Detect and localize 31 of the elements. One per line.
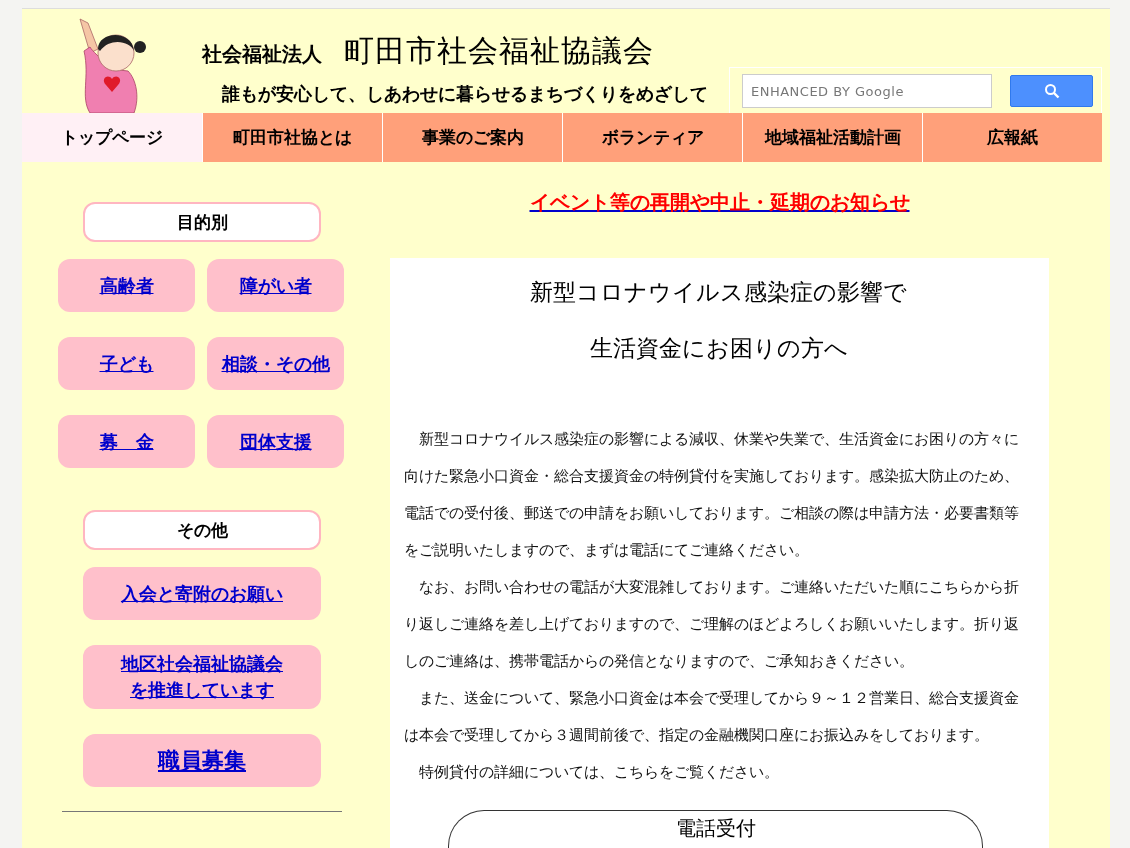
menu-link[interactable]: 障がい者 [207,259,344,312]
site-title: 町田市社会福祉協議会 [344,32,654,70]
nav-tab[interactable]: トップページ [22,113,202,162]
search-icon [1043,83,1060,99]
org-type: 社会福祉法人 [202,41,322,68]
nav-tab[interactable]: 地域福祉活動計画 [742,113,922,162]
article-paragraph: 新型コロナウイルス感染症の影響による減収、休業や失業で、生活資金にお困りの方々に向けた緊急小口資金・総合支援資金の特例貸付を実施しております。感染拡大防止のため、電話での受付後、郵送での申請をお願いしております。ご相談の際は申請方法・必要書類等をご説明いたしますので、まずは電話にてご連絡ください。 [404,429,1020,560]
tagline: 誰もが安心して、しあわせに暮らせるまちづくりをめざして [222,82,708,106]
menu-link[interactable]: 職員募集 [83,734,321,787]
search-field[interactable]: ENHANCED BY Google [742,74,992,108]
nav-tab[interactable]: ボランティア [562,113,742,162]
menu-link[interactable]: 団体支援 [207,415,344,468]
nav-tab[interactable]: 町田市社協とは [202,113,382,162]
section-heading: 目的別 [83,202,321,242]
menu-link[interactable]: 子ども [58,337,195,390]
article-title: 新型コロナウイルス感染症の影響で [529,278,908,307]
article-title: 生活資金にお困りの方へ [588,334,849,363]
menu-link[interactable]: 相談・その他 [207,337,344,390]
notice-link[interactable]: イベント等の再開や中止・延期のお知らせ [529,189,910,216]
article-paragraph: また、送金について、緊急小口資金は本会で受理してから９～１２営業日、総合支援資金は本会で受理してから３週間前後で、指定の金融機関口座にお振込みをしております。 [404,688,1020,745]
menu-link[interactable]: 地区社会福祉協議会 を推進しています [83,645,321,709]
nav-tab[interactable]: 広報紙 [922,113,1102,162]
search-button[interactable] [1010,75,1093,107]
section-heading: その他 [83,510,321,550]
box-title: 電話受付 [675,815,756,841]
menu-link[interactable]: 高齢者 [58,259,195,312]
menu-link[interactable]: 入会と寄附のお願い [83,567,321,620]
article-paragraph: 特例貸付の詳細については、こちらをご覧ください。 [417,762,780,782]
menu-link[interactable]: 募 金 [58,415,195,468]
article-paragraph: なお、お問い合わせの電話が大変混雑しております。ご連絡いただいた順にこちらから折り返しご連絡を差し上げておりますので、ご理解のほどよろしくお願いいたします。折り返しのご連絡は、携帯電話からの発信となりますので、ご承知おきください。 [404,577,1020,671]
nav-tab[interactable]: 事業のご案内 [382,113,562,162]
